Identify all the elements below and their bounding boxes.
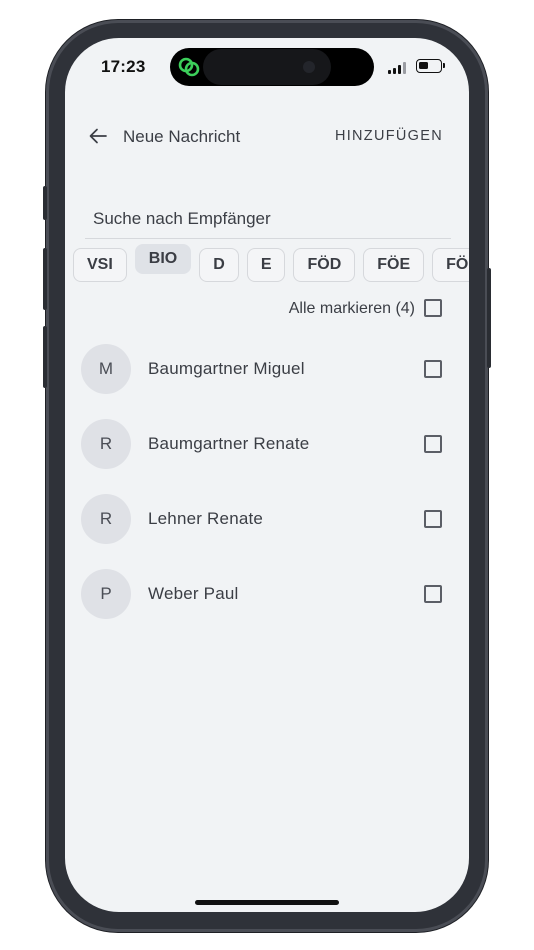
recipient-row[interactable]: P Weber Paul: [65, 569, 469, 644]
recipient-checkbox[interactable]: [424, 360, 442, 378]
battery-cap: [443, 63, 445, 68]
status-time: 17:23: [101, 57, 146, 76]
filter-chip[interactable]: FÖD: [293, 248, 356, 282]
volume-up-button: [43, 248, 47, 310]
avatar: M: [81, 344, 131, 394]
recipient-name: Weber Paul: [148, 584, 239, 603]
recipient-checkbox[interactable]: [424, 510, 442, 528]
recipient-name: Baumgartner Miguel: [148, 359, 305, 378]
volume-down-button: [43, 326, 47, 388]
camera-icon: [303, 61, 315, 73]
filter-chip[interactable]: VSI: [73, 248, 127, 282]
island-pill: [203, 49, 331, 85]
filter-chip[interactable]: D: [199, 248, 239, 282]
filter-chip[interactable]: FÖE: [363, 248, 425, 282]
recipient-checkbox[interactable]: [424, 585, 442, 603]
recipient-row[interactable]: R Baumgartner Renate: [65, 419, 469, 494]
battery-level: [419, 62, 428, 69]
recipient-checkbox[interactable]: [424, 435, 442, 453]
mark-all-label: Alle markieren (4): [288, 300, 415, 317]
recipient-name: Lehner Renate: [148, 509, 264, 528]
page-title: Neue Nachricht: [123, 127, 241, 146]
recipient-search-input[interactable]: [93, 200, 449, 238]
signal-icon: [388, 62, 406, 74]
battery-icon: [416, 59, 442, 73]
app-link-icon: [178, 57, 200, 77]
app-screen: 17:23 Neue Nachricht HINZUFÜGEN VSIBIODE…: [65, 38, 469, 912]
filter-chip[interactable]: BIO: [134, 244, 192, 274]
filter-chips: VSIBIODEFÖDFÖEFÖM: [73, 244, 469, 282]
avatar: R: [81, 419, 131, 469]
recipient-row[interactable]: M Baumgartner Miguel: [65, 344, 469, 419]
recipient-name: Baumgartner Renate: [148, 434, 310, 453]
mark-all-checkbox[interactable]: [424, 299, 442, 317]
search-divider: [85, 238, 451, 239]
mute-switch: [43, 186, 47, 220]
avatar: R: [81, 494, 131, 544]
recipient-row[interactable]: R Lehner Renate: [65, 494, 469, 569]
power-button: [487, 268, 491, 368]
filter-chip[interactable]: FÖM: [432, 248, 469, 282]
dynamic-island: [170, 48, 374, 86]
add-button[interactable]: HINZUFÜGEN: [335, 128, 443, 144]
home-indicator[interactable]: [195, 900, 339, 905]
arrow-left-icon[interactable]: [87, 125, 109, 147]
filter-chip[interactable]: E: [246, 248, 286, 282]
avatar: P: [81, 569, 131, 619]
